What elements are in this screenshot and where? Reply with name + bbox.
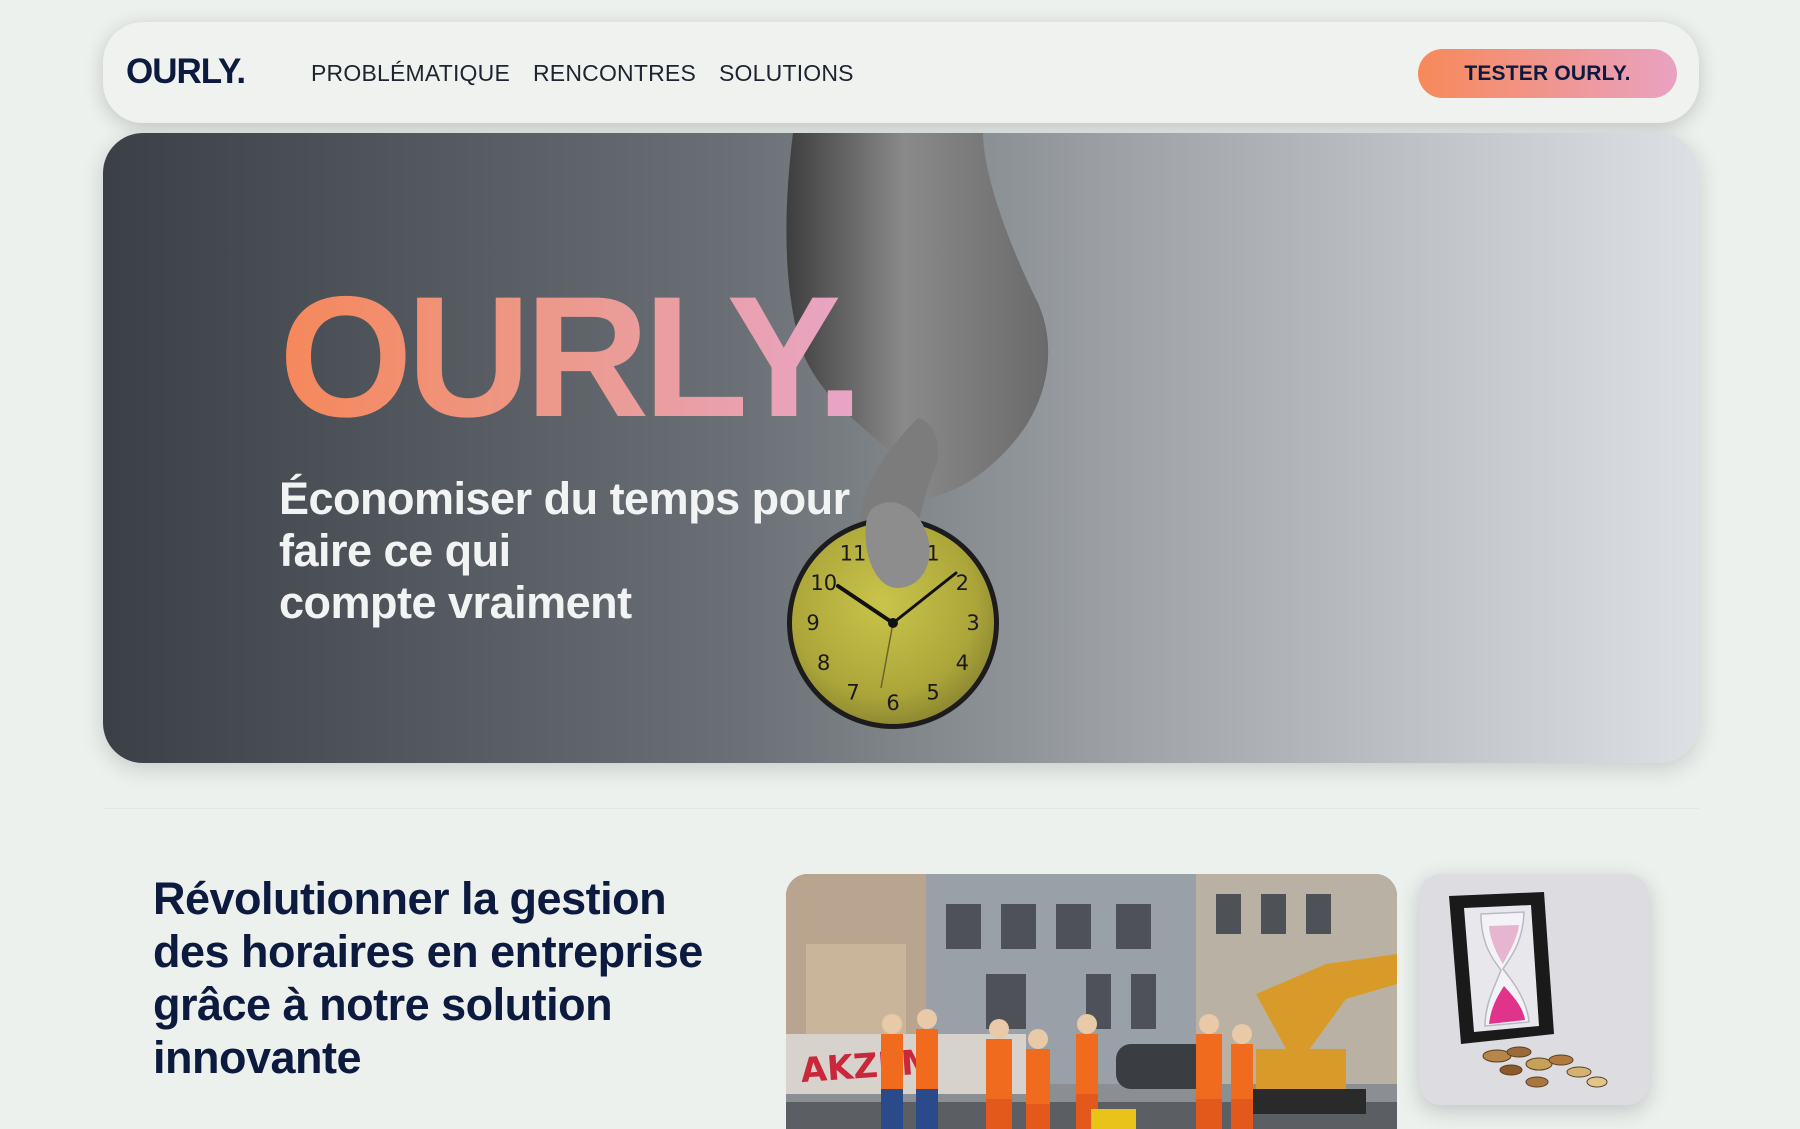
clock-numeral: 5 — [926, 680, 939, 704]
nav-link-problematique[interactable]: PROBLÉMATIQUE — [311, 60, 510, 87]
hero-title: OURLY. — [279, 261, 864, 453]
section-title: Révolutionner la gestion des horaires en… — [153, 873, 703, 1083]
nav-link-rencontres[interactable]: RENCONTRES — [533, 60, 696, 87]
nav-links: PROBLÉMATIQUE RENCONTRES SOLUTIONS — [311, 60, 854, 87]
clock-numeral: 7 — [846, 680, 859, 704]
hero-subtitle-line: faire ce qui — [279, 525, 511, 576]
top-navigation: OURLY. PROBLÉMATIQUE RENCONTRES SOLUTION… — [103, 22, 1699, 123]
clock-numeral: 4 — [956, 651, 969, 675]
construction-workers-image: AKZEM — [786, 874, 1397, 1129]
clock-numeral: 8 — [817, 651, 830, 675]
section-divider — [103, 808, 1699, 809]
hero-subtitle-line: compte vraiment — [279, 577, 632, 628]
nav-logo[interactable]: OURLY. — [126, 52, 246, 92]
hero-banner: 1 2 3 4 5 6 7 8 9 10 11 OURLY. Économiser du temps… — [103, 133, 1699, 763]
nav-link-solutions[interactable]: SOLUTIONS — [719, 60, 854, 87]
hourglass-coins-image — [1419, 874, 1649, 1105]
hero-subtitle: Économiser du temps pour faire ce qui co… — [279, 473, 919, 629]
clock-numeral: 2 — [956, 571, 969, 595]
clock-numeral: 6 — [886, 691, 899, 715]
hero-subtitle-line: Économiser du temps pour — [279, 473, 850, 524]
test-ourly-button[interactable]: TESTER OURLY. — [1418, 49, 1677, 98]
clock-numeral: 3 — [966, 611, 979, 635]
